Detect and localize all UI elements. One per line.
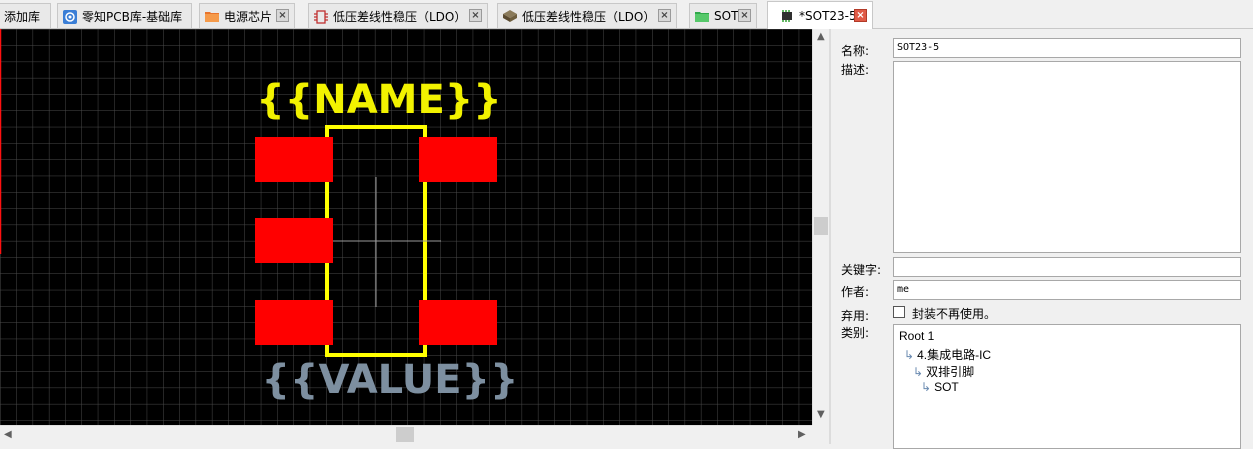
vertical-scrollbar[interactable]: ▲ ▼ bbox=[812, 29, 829, 425]
tree-branch-icon: ↳ bbox=[921, 380, 932, 394]
library-icon bbox=[63, 10, 77, 24]
tab-ldo-schematic[interactable]: 低压差线性稳压（LDO） × bbox=[308, 3, 488, 28]
tree-branch-icon: ↳ bbox=[904, 348, 915, 362]
author-label: 作者: bbox=[841, 285, 870, 299]
name-field[interactable]: SOT23-5 bbox=[893, 38, 1241, 58]
close-icon[interactable]: × bbox=[738, 9, 751, 22]
pad-2[interactable] bbox=[255, 218, 333, 263]
value-placeholder-text[interactable]: {{VALUE}} bbox=[262, 357, 519, 403]
description-label: 描述: bbox=[841, 63, 870, 77]
scroll-down-icon[interactable]: ▼ bbox=[817, 409, 825, 420]
pad-4[interactable] bbox=[419, 300, 497, 345]
category-label: 类别: bbox=[841, 326, 870, 340]
description-field[interactable] bbox=[893, 61, 1241, 253]
tree-item-dual-row[interactable]: ↳ 双排引脚 bbox=[913, 363, 974, 380]
close-icon[interactable]: × bbox=[469, 9, 482, 22]
scroll-up-icon[interactable]: ▲ bbox=[817, 31, 825, 42]
tree-branch-icon: ↳ bbox=[913, 365, 924, 379]
chip-3d-icon bbox=[503, 10, 517, 22]
tab-ldo-3d[interactable]: 低压差线性稳压（LDO） × bbox=[497, 3, 677, 28]
deprecated-checkbox[interactable] bbox=[893, 306, 905, 318]
properties-panel: 名称: SOT23-5 描述: 关键字: 作者: me 弃用: 封装不再使用。 … bbox=[831, 29, 1253, 449]
tree-item-label: SOT bbox=[934, 380, 959, 394]
tab-bar: 添加库 零知PCB库-基础库 电源芯片 × 低压差线性稳压（LDO） × 低压差… bbox=[0, 0, 1253, 29]
tab-label: *SOT23-5 bbox=[799, 8, 857, 23]
keywords-field[interactable] bbox=[893, 257, 1241, 277]
tab-label: 电源芯片 bbox=[224, 9, 273, 24]
keywords-label: 关键字: bbox=[841, 263, 882, 277]
tree-item-label: Root 1 bbox=[899, 329, 935, 343]
name-label: 名称: bbox=[841, 44, 870, 58]
footprint-icon bbox=[780, 9, 794, 22]
horizontal-scroll-thumb[interactable] bbox=[396, 427, 414, 442]
pad-3[interactable] bbox=[255, 300, 333, 345]
scroll-left-icon[interactable]: ◀ bbox=[4, 429, 12, 440]
category-tree[interactable]: Root 1 ↳ 4.集成电路-IC ↳ 双排引脚 ↳ SOT bbox=[893, 324, 1241, 449]
tab-power-chips[interactable]: 电源芯片 × bbox=[199, 3, 295, 28]
tab-sot23-5[interactable]: *SOT23-5 × bbox=[767, 1, 873, 29]
close-icon[interactable]: × bbox=[276, 9, 289, 22]
canvas-drawing: {{NAME}} {{VALUE}} bbox=[0, 29, 812, 425]
tab-label: 零知PCB库-基础库 bbox=[82, 9, 183, 24]
folder-green-icon bbox=[695, 10, 709, 22]
tab-label: SOT bbox=[714, 9, 739, 23]
tree-item-sot[interactable]: ↳ SOT bbox=[921, 380, 959, 394]
tree-item-label: 双排引脚 bbox=[926, 365, 975, 379]
footprint-canvas[interactable]: {{NAME}} {{VALUE}} bbox=[0, 29, 812, 425]
schematic-icon bbox=[314, 10, 328, 24]
horizontal-scrollbar[interactable]: ◀ ▶ bbox=[0, 425, 812, 444]
folder-icon bbox=[205, 10, 219, 22]
tab-add-library[interactable]: 添加库 bbox=[0, 3, 51, 28]
tree-item-ic[interactable]: ↳ 4.集成电路-IC bbox=[904, 346, 991, 363]
tab-label: 低压差线性稳压（LDO） bbox=[522, 9, 656, 24]
tab-basic-library[interactable]: 零知PCB库-基础库 bbox=[57, 3, 192, 28]
tab-sot[interactable]: SOT × bbox=[689, 3, 757, 28]
tree-item-root[interactable]: Root 1 bbox=[899, 329, 934, 343]
name-placeholder-text[interactable]: {{NAME}} bbox=[256, 77, 501, 123]
close-icon[interactable]: × bbox=[854, 9, 867, 22]
tab-label: 添加库 bbox=[4, 9, 41, 24]
pad-1[interactable] bbox=[255, 137, 333, 182]
pad-5[interactable] bbox=[419, 137, 497, 182]
vertical-scroll-thumb[interactable] bbox=[814, 217, 828, 235]
tab-label: 低压差线性稳压（LDO） bbox=[333, 9, 467, 24]
scroll-right-icon[interactable]: ▶ bbox=[798, 429, 806, 440]
author-field[interactable]: me bbox=[893, 280, 1241, 300]
close-icon[interactable]: × bbox=[658, 9, 671, 22]
deprecated-label: 弃用: bbox=[841, 309, 870, 323]
tree-item-label: 4.集成电路-IC bbox=[917, 348, 992, 362]
deprecated-checkbox-label[interactable]: 封装不再使用。 bbox=[912, 305, 996, 322]
